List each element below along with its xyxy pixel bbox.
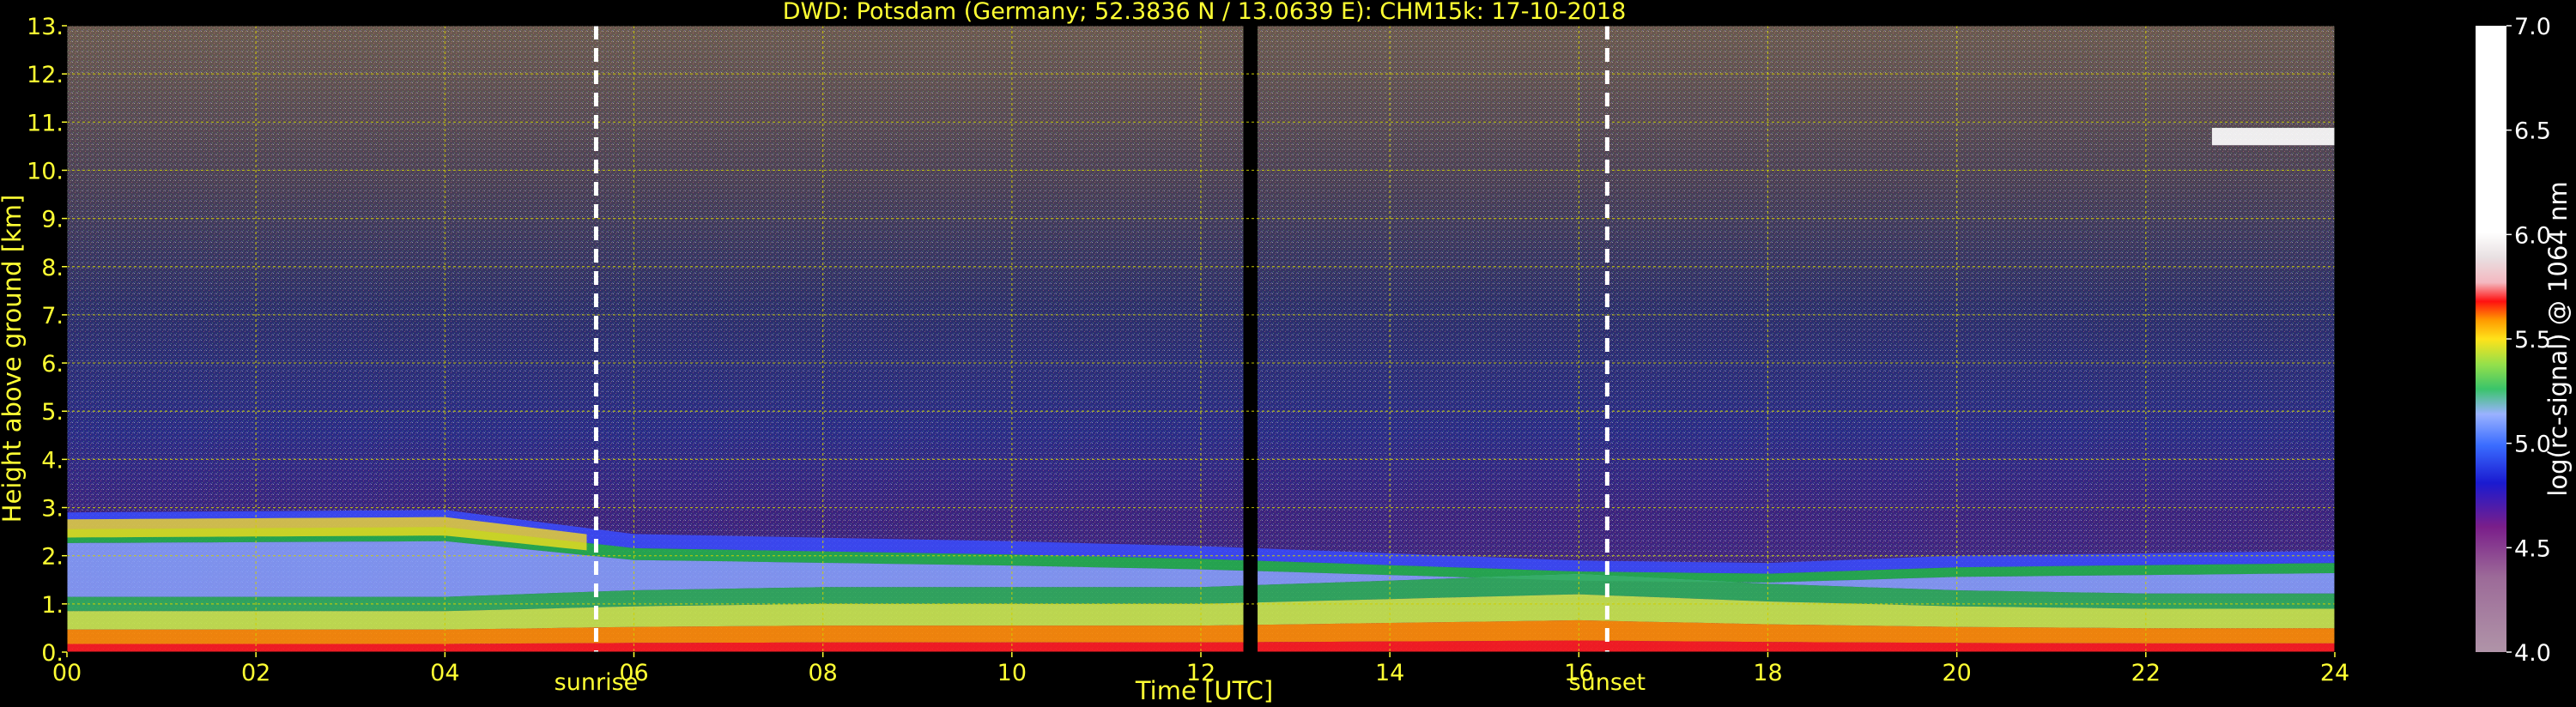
y-tick-label: 10. [27,158,64,184]
x-tick-label: 10 [997,660,1027,686]
data-gap [1243,26,1258,652]
chart-title: DWD: Potsdam (Germany; 52.3836 N / 13.06… [783,0,1627,25]
x-tick-label: 06 [619,660,648,686]
colorbar-tick-label: 6.5 [2514,118,2551,145]
cloud-segments [2211,128,2335,146]
y-tick-label: 9. [41,207,64,233]
colorbar-tick-label: 7.0 [2514,14,2551,40]
x-tick-label: 08 [808,660,837,686]
x-tick-label: 22 [2131,660,2161,686]
y-tick-label: 2. [41,544,64,571]
y-axis-label: Height above ground [km] [0,195,27,523]
colorbar-gradient [2476,26,2506,652]
ceilometer-figure: sunrise sunset 00 02 04 06 08 10 12 14 16 18 20 22 24… [0,0,2573,705]
data-gap-band [1243,26,1258,652]
colorbar: 4.04.55.05.56.06.57.0 log(rc-signal) @ 1… [2476,14,2573,667]
x-tick-label: 14 [1375,660,1404,686]
y-tick-label: 12. [27,62,64,88]
colorbar-tick-label: 4.5 [2514,535,2551,562]
x-tick-label: 04 [430,660,459,686]
y-tick-label: 5. [41,399,64,426]
y-tick-label: 7. [41,303,64,329]
x-tick-label: 18 [1753,660,1782,686]
cloud-segment [2211,128,2335,146]
y-tick-label: 4. [41,447,64,474]
colorbar-tick-label: 4.0 [2514,640,2551,667]
y-tick-label: 6. [41,351,64,378]
x-tick-label: 20 [1942,660,1971,686]
x-tick-label: 16 [1564,660,1593,686]
y-tick-label: 8. [41,255,64,281]
y-tick-label: 3. [41,496,64,523]
y-tick-label: 11. [27,110,64,136]
x-tick-label: 24 [2320,660,2349,686]
plot-area: sunrise sunset [66,25,2336,696]
x-tick-label: 02 [241,660,270,686]
colorbar-label: log(rc-signal) @ 1064 nm [2543,181,2573,496]
x-axis-label: Time [UTC] [1135,676,1273,705]
y-tick-label: 0. [41,640,64,667]
y-tick-label: 1. [41,592,64,619]
y-axis-ticks: 0. 1. 2. 3. 4. 5. 6. 7. 8. 9. 10. 11. 12. 13. [27,14,67,667]
y-tick-label: 13. [27,14,64,40]
